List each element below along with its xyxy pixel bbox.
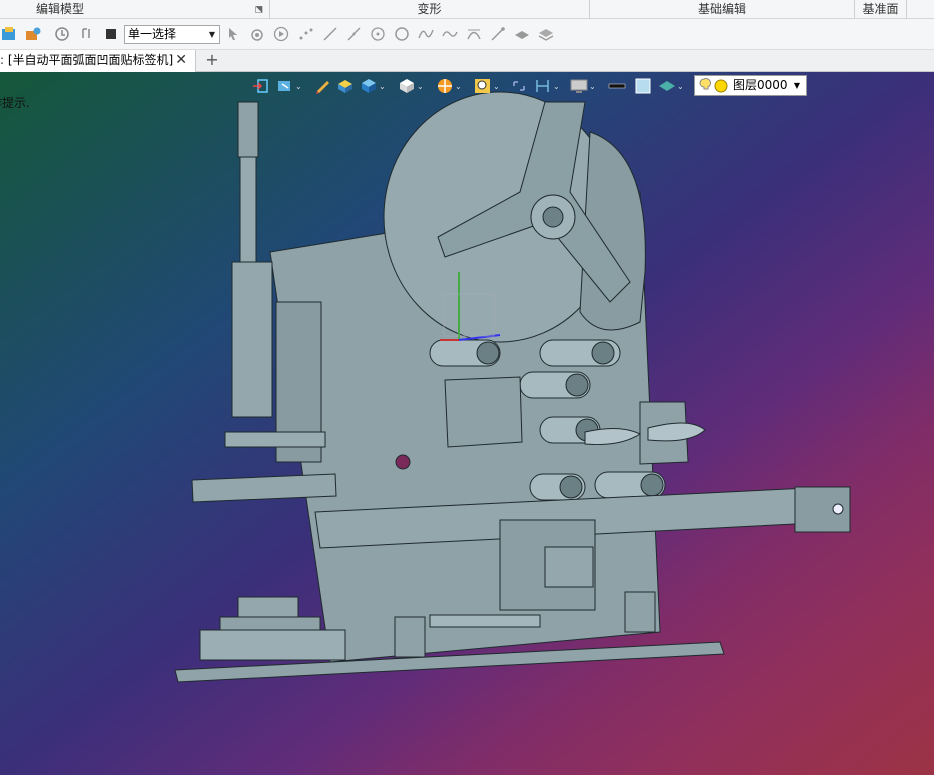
ribbon-group-datum-plane: 基准面 xyxy=(855,0,907,19)
ribbon-group-label: 基准面 xyxy=(862,2,899,16)
curve-icon[interactable] xyxy=(441,25,459,43)
undo-history-icon[interactable] xyxy=(78,25,96,43)
solid-tool-icon[interactable] xyxy=(537,25,555,43)
render-mode-icon[interactable]: ⌄ xyxy=(360,77,386,95)
group-launcher-icon[interactable]: ⬔ xyxy=(254,1,263,19)
operation-prompt-text: 操作提示. xyxy=(0,96,30,110)
view-direction-icon[interactable]: ⌄ xyxy=(276,77,302,95)
segment-icon[interactable] xyxy=(489,25,507,43)
dimension-icon[interactable]: ⌄ xyxy=(534,77,560,95)
arc-icon[interactable] xyxy=(465,25,483,43)
box-select-icon[interactable] xyxy=(102,25,120,43)
circle-point-icon[interactable] xyxy=(369,25,387,43)
ribbon-group-label: 基础编辑 xyxy=(697,2,746,16)
component-select-icon[interactable] xyxy=(248,25,266,43)
ribbon-group-deform: 变形 xyxy=(270,0,590,19)
exit-view-icon[interactable] xyxy=(252,77,270,95)
chevron-down-icon: ▼ xyxy=(793,81,800,90)
line-icon[interactable] xyxy=(321,25,339,43)
tab-label: : xyxy=(0,53,8,67)
play-icon[interactable] xyxy=(272,25,290,43)
shaded-view-icon[interactable] xyxy=(336,77,354,95)
tab-document-title: [半自动平面弧面凹面贴标签机] xyxy=(7,53,174,67)
select-mode-dropdown[interactable]: 单一选择 ▼ xyxy=(124,25,220,44)
lightbulb-icon[interactable] xyxy=(699,78,729,100)
ribbon-group-basic-edit: 基础编辑 xyxy=(590,0,855,19)
layer-name: 图层0000 xyxy=(733,78,788,92)
zoom-icon[interactable]: ⌄ xyxy=(474,77,500,95)
face-tool-icon[interactable] xyxy=(513,25,531,43)
material-icon[interactable]: ⌄ xyxy=(658,77,684,95)
3d-viewport[interactable]: 操作提示. ⌄ ⌄ ⌄ ⌄ ⌄ ⌄ xyxy=(0,72,934,775)
ribbon-toolbar: 单一选择 ▼ xyxy=(0,19,934,50)
monitor-icon[interactable]: ⌄ xyxy=(570,77,596,95)
layer-dropdown[interactable]: 图层0000 ▼ xyxy=(694,75,807,96)
library-icon[interactable] xyxy=(24,25,42,43)
labeling-machine-model[interactable] xyxy=(0,72,934,775)
fit-view-icon[interactable] xyxy=(510,77,528,95)
section-view-icon[interactable]: ⌄ xyxy=(436,77,462,95)
cylinder-body xyxy=(231,261,273,418)
ribbon-group-headers: 编辑模型 ⬔ 变形 基础编辑 基准面 xyxy=(0,0,934,19)
circle-icon[interactable] xyxy=(393,25,411,43)
chevron-down-icon: ▼ xyxy=(208,30,215,39)
operation-prompt: 操作提示. xyxy=(0,94,30,111)
ribbon-group-label: 编辑模型 xyxy=(36,2,85,16)
pen-render-icon[interactable] xyxy=(314,77,332,95)
document-tab-bar: : [半自动平面弧面凹面贴标签机] ✕ + xyxy=(0,50,934,72)
spline-icon[interactable] xyxy=(417,25,435,43)
ribbon-group-edit-model: 编辑模型 ⬔ xyxy=(0,0,270,19)
view-toolbar: ⌄ ⌄ ⌄ ⌄ ⌄ ⌄ ⌄ ⌄ 图层0000 ▼ xyxy=(248,74,808,98)
points-icon[interactable] xyxy=(297,25,315,43)
add-tab-button[interactable]: + xyxy=(203,50,221,72)
display-mode-icon[interactable]: ⌄ xyxy=(398,77,424,95)
select-mode-value: 单一选择 xyxy=(128,27,177,41)
pointer-select-icon[interactable] xyxy=(224,25,242,43)
line-tool-icon[interactable] xyxy=(345,25,363,43)
rotate-view-icon[interactable] xyxy=(53,25,71,43)
close-icon[interactable]: ✕ xyxy=(175,50,187,71)
ribbon-group-label: 变形 xyxy=(417,2,442,16)
line-color-icon[interactable] xyxy=(608,77,626,95)
fill-color-icon[interactable] xyxy=(634,77,652,95)
save-to-library-icon[interactable] xyxy=(0,25,18,43)
tab-document[interactable]: : [半自动平面弧面凹面贴标签机] ✕ xyxy=(0,50,196,72)
